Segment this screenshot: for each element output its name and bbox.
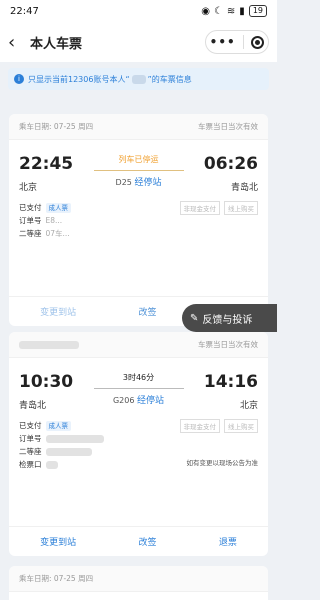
info-notice: i 只显示当前12306账号本人“ ”的车票信息: [8, 68, 269, 90]
masked-date: [19, 340, 79, 349]
ticket-card[interactable]: 乘车日期: 07-25 周四 车票当日当次有效 22:45 北京 列车已停运 D…: [9, 114, 268, 326]
departure-station: 青岛北: [19, 401, 47, 411]
change-destination-button[interactable]: 变更到站: [40, 305, 76, 318]
online-tag: 线上购买: [224, 419, 258, 433]
payment-status: 已支付: [19, 421, 42, 430]
masked-seat-number: [45, 447, 92, 456]
info-icon: i: [14, 74, 24, 84]
train-info: 列车已停运 D25 经停站: [93, 154, 184, 188]
wifi-icon: ≋: [226, 5, 236, 17]
masked-name: [131, 74, 146, 84]
journey-row: 22:45 北京 列车已停运 D25 经停站 06:26 青岛北: [9, 140, 268, 193]
ticket-header: 乘车日期: 07-25 周四: [9, 566, 268, 592]
ticket-card[interactable]: 乘车日期: 07-25 周四: [9, 566, 268, 600]
ticket-tags: 非现金支付 线上购买: [179, 201, 258, 215]
status-time: 22:47: [10, 5, 39, 17]
menu-capsule: •••: [205, 30, 269, 54]
seat-class: 二等座: [19, 447, 42, 456]
ticket-tags: 非现金支付 线上购买: [179, 419, 258, 433]
refund-button[interactable]: 退票: [219, 535, 237, 548]
moon-icon: ☾: [213, 5, 223, 17]
ticket-header: 乘车日期: 07-25 周四 车票当日当次有效: [9, 114, 268, 140]
ticket-type-badge: 成人票: [45, 202, 71, 213]
close-miniprogram-icon[interactable]: [251, 35, 265, 49]
arrival-time: 14:16: [203, 372, 258, 392]
capsule-divider: [243, 35, 244, 49]
ticket-card[interactable]: 车票当日当次有效 10:30 青岛北 3时46分 G206 经停站 14:16 …: [9, 332, 268, 556]
train-status: 列车已停运: [118, 155, 159, 164]
journey-row: 10:30 青岛北 3时46分 G206 经停站 14:16 北京: [9, 358, 268, 411]
rebook-button[interactable]: 改签: [138, 305, 156, 318]
change-destination-button[interactable]: 变更到站: [40, 535, 76, 548]
train-number: G206: [112, 396, 135, 405]
notice-suffix: ”的车票信息: [147, 74, 192, 84]
ticket-type-badge: 成人票: [45, 420, 71, 431]
arrival-station: 北京: [239, 401, 258, 411]
notice-prefix: 只显示当前12306账号本人“: [28, 74, 130, 84]
ride-date: 乘车日期: 07-25 周四: [19, 574, 94, 583]
status-icons: ◉ ☾ ≋ ▮ 19: [201, 5, 267, 17]
route-line: [93, 388, 184, 389]
battery-icon: 19: [248, 5, 267, 17]
trip-duration: 3时46分: [122, 373, 155, 382]
arrival-time: 06:26: [203, 154, 258, 174]
order-label: 订单号: [19, 216, 42, 225]
departure-time: 10:30: [19, 372, 74, 392]
ticket-details: 已支付 成人票 订单号 二等座 检票口 非现金支付 线上购买 如有变更以现场公告…: [9, 411, 268, 471]
masked-order-number: [45, 434, 104, 443]
back-icon[interactable]: ‹: [8, 32, 24, 53]
ticket-details: 已支付 成人票 订单号 E8... 二等座 07车... 非现金支付 线上购买: [9, 193, 268, 240]
seat-number: 07车...: [45, 229, 70, 238]
status-bar: 22:47 ◉ ☾ ≋ ▮ 19: [0, 0, 277, 22]
ticket-actions: 变更到站 改签 退票: [9, 526, 268, 556]
top-navbar: ‹ 本人车票 •••: [0, 22, 277, 62]
train-info: 3时46分 G206 经停站: [93, 372, 184, 406]
eye-icon: ◉: [201, 5, 210, 17]
order-number: E8...: [45, 216, 63, 225]
validity-note: 车票当日当次有效: [198, 122, 258, 131]
feedback-button[interactable]: ✎ 反馈与投诉: [182, 304, 277, 332]
gate-label: 检票口: [19, 460, 42, 469]
departure-time: 22:45: [19, 154, 74, 174]
stops-link[interactable]: 经停站: [137, 396, 164, 406]
departure-station: 北京: [19, 183, 38, 193]
validity-note: 车票当日当次有效: [198, 340, 258, 349]
change-notice: 如有变更以现场公告为准: [186, 459, 259, 467]
stops-link[interactable]: 经停站: [134, 178, 161, 188]
arrival-station: 青岛北: [230, 183, 258, 193]
page-title: 本人车票: [30, 36, 83, 52]
cashless-tag: 非现金支付: [179, 419, 220, 433]
order-label: 订单号: [19, 434, 42, 443]
edit-icon: ✎: [190, 312, 199, 324]
online-tag: 线上购买: [224, 201, 258, 215]
ticket-header: 车票当日当次有效: [9, 332, 268, 358]
ride-date: 乘车日期: 07-25 周四: [19, 122, 94, 131]
signal-icon: ▮: [239, 5, 245, 17]
cashless-tag: 非现金支付: [179, 201, 220, 215]
masked-gate: [45, 460, 58, 469]
rebook-button[interactable]: 改签: [138, 535, 156, 548]
seat-class: 二等座: [19, 229, 42, 238]
route-line: [93, 170, 184, 171]
more-icon[interactable]: •••: [210, 35, 236, 49]
payment-status: 已支付: [19, 203, 42, 212]
train-number: D25: [115, 178, 132, 187]
feedback-label: 反馈与投诉: [202, 314, 253, 326]
